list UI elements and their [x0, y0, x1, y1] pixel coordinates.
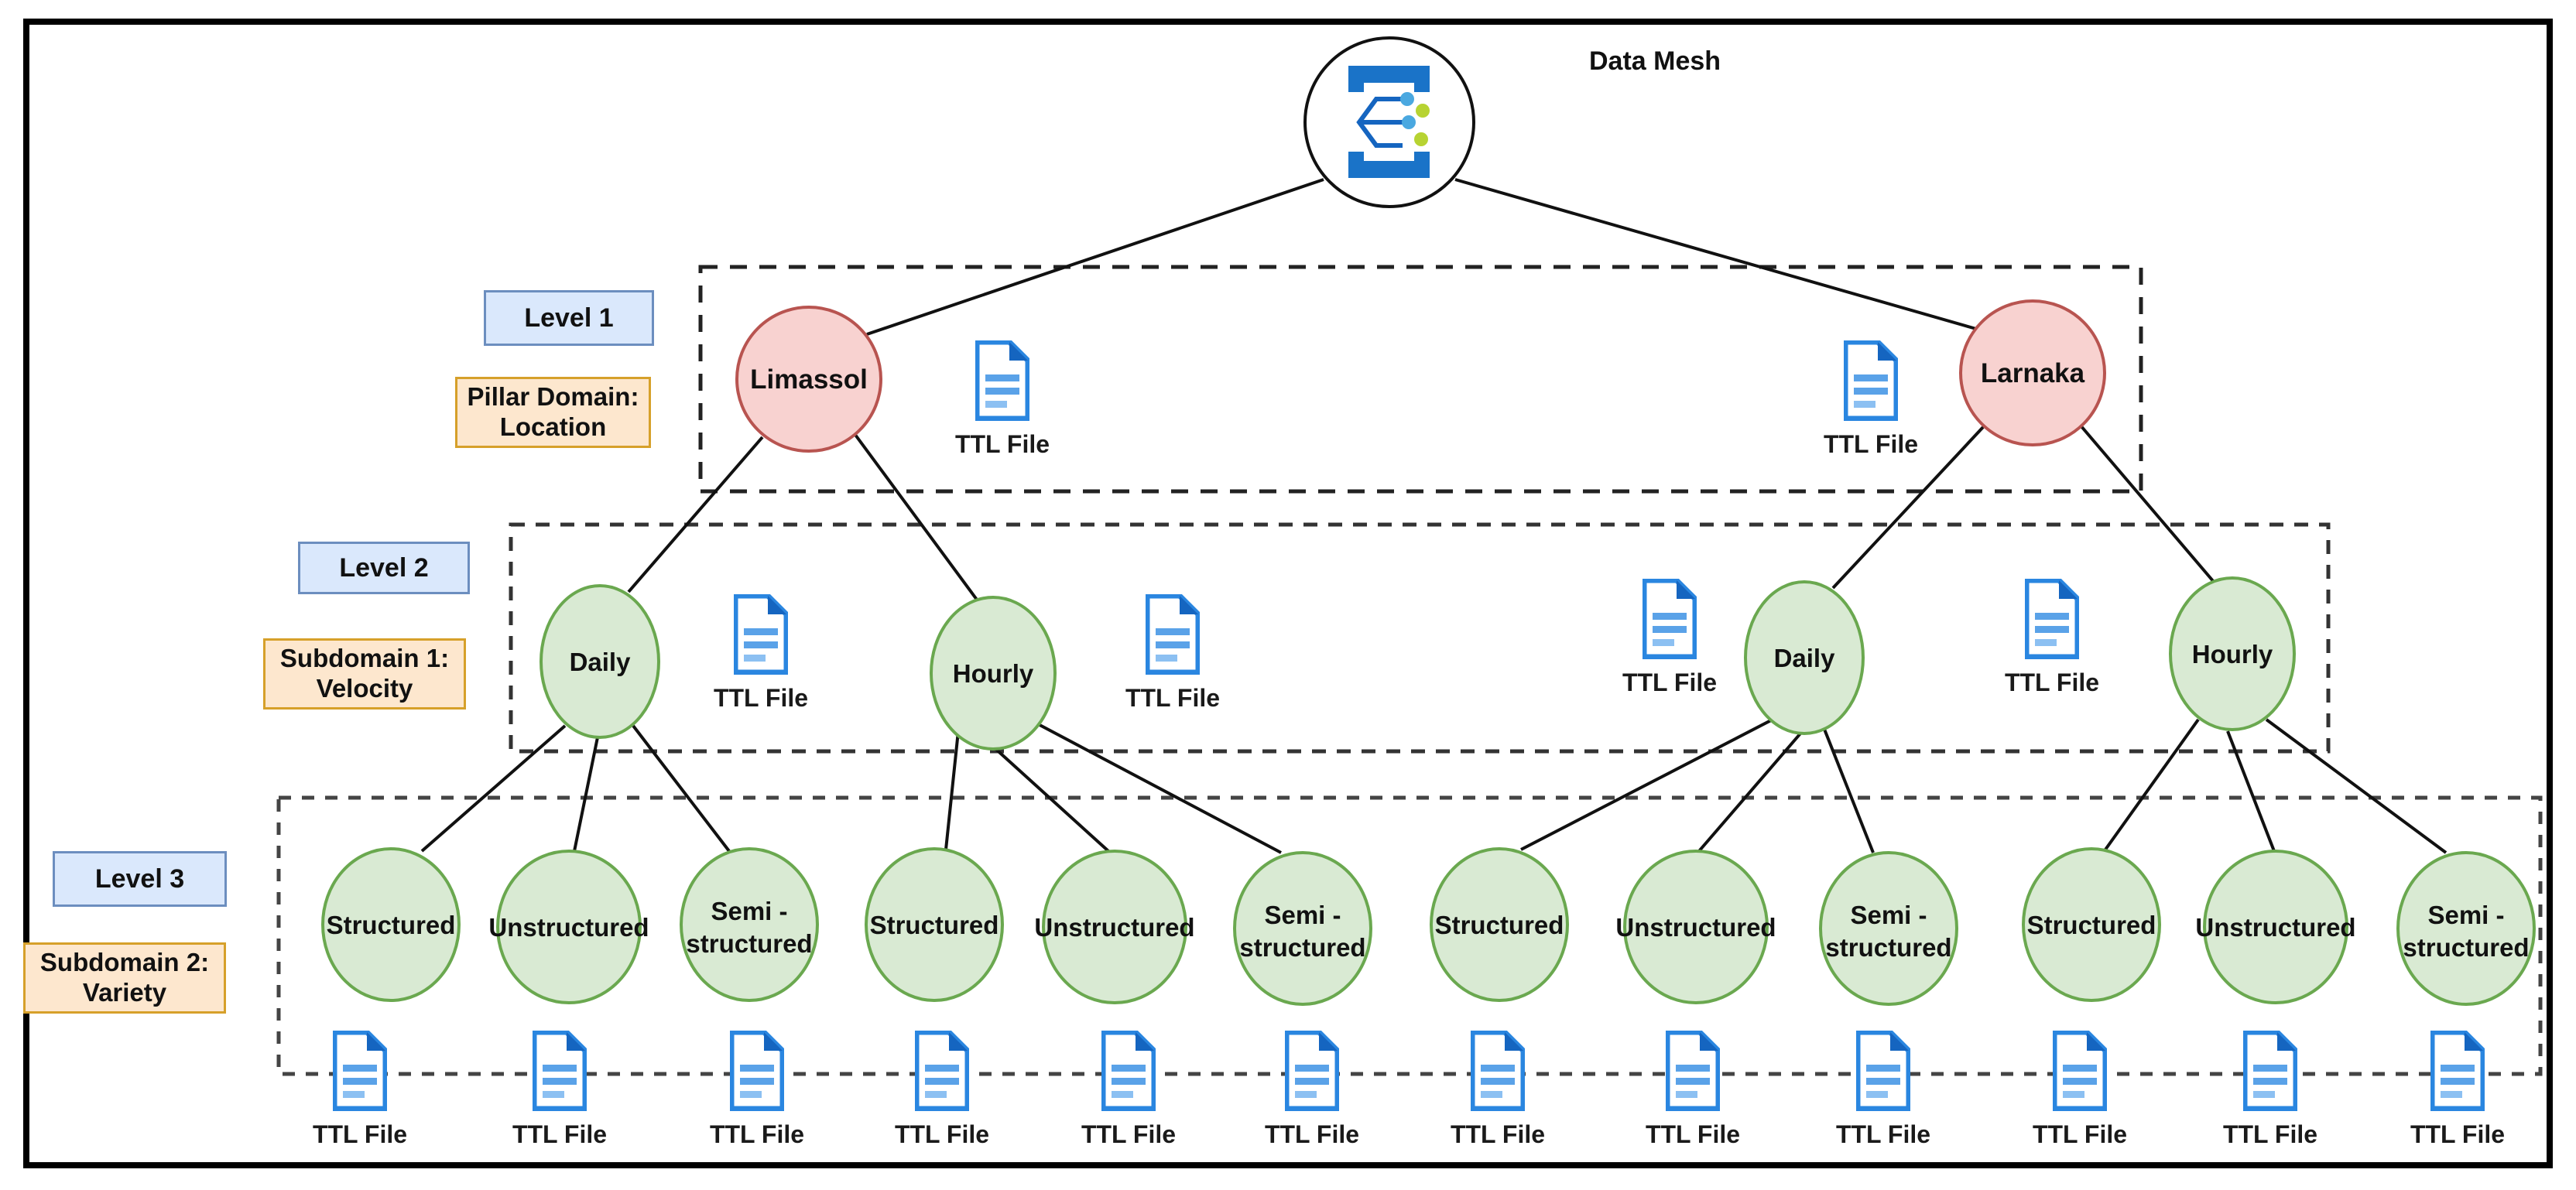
ttl-file-label: TTL File [1125, 684, 1221, 712]
level2-node-3-daily[interactable]: Daily [1744, 580, 1865, 735]
ttl-file-label: TTL File [1081, 1120, 1177, 1148]
node-label: Daily [570, 648, 632, 676]
ttl-hourly-1[interactable] [1144, 593, 1201, 679]
level1-node-limassol[interactable]: Limassol [735, 306, 882, 453]
ttl-l3-10[interactable] [2051, 1029, 2108, 1115]
diagram-canvas: Level 1 Pillar Domain: Location Level 2 S… [0, 0, 2576, 1190]
ttl-file-icon [1283, 1029, 1341, 1115]
ttl-file-icon [974, 339, 1031, 425]
ttl-file-icon [1664, 1029, 1721, 1115]
node-label: Unstructured [2195, 913, 2355, 942]
ttl-file-icon [2429, 1029, 2486, 1115]
level1-node-larnaka[interactable]: Larnaka [1959, 299, 2106, 446]
node-label-line2: structured [686, 929, 812, 958]
node-label-line2: structured [1239, 933, 1365, 962]
node-label: Unstructured [488, 913, 649, 942]
ttl-file-label: TTL File [894, 1120, 990, 1148]
node-label: Structured [1435, 911, 1564, 939]
node-label: Daily [1774, 644, 1836, 672]
node-label: Unstructured [1615, 913, 1776, 942]
level3-node-3[interactable]: Semi - structured [680, 847, 819, 1002]
ttl-file-icon [331, 1029, 389, 1115]
ttl-file-icon [728, 1029, 786, 1115]
ttl-l3-6[interactable] [1283, 1029, 1341, 1115]
node-layer: Limassol Larnaka Daily Hourly Daily Hourly Str… [321, 299, 2536, 1006]
node-label-line1: Semi - [1264, 901, 1341, 929]
level3-node-11[interactable]: Unstructured [2195, 850, 2356, 1004]
level3-node-8[interactable]: Unstructured [1615, 850, 1776, 1004]
ttl-file-label: TTL File [2222, 1120, 2318, 1148]
ttl-file-label: TTL File [709, 1120, 805, 1148]
node-label: Structured [2027, 911, 2156, 939]
ttl-l3-3[interactable] [728, 1029, 786, 1115]
node-label-line2: structured [1825, 933, 1951, 962]
level3-node-4[interactable]: Structured [865, 847, 1004, 1002]
node-label: Hourly [953, 659, 1034, 688]
ttl-daily-2[interactable] [1641, 577, 1698, 663]
ttl-file-label: TTL File [954, 430, 1050, 458]
ttl-l3-4[interactable] [913, 1029, 971, 1115]
ttl-file-label: TTL File [512, 1120, 608, 1148]
ttl-file-icon [2023, 577, 2081, 663]
ttl-file-label: TTL File [1622, 669, 1718, 696]
ttl-l3-9[interactable] [1855, 1029, 1912, 1115]
ttl-l3-8[interactable] [1664, 1029, 1721, 1115]
level3-node-9[interactable]: Semi - structured [1819, 851, 1958, 1006]
ttl-daily-1[interactable] [732, 593, 790, 679]
ttl-file-label: TTL File [1264, 1120, 1360, 1148]
ttl-file-icon [2242, 1029, 2299, 1115]
ttl-l3-11[interactable] [2242, 1029, 2299, 1115]
node-label: Structured [870, 911, 999, 939]
ttl-l3-5[interactable] [1100, 1029, 1157, 1115]
level3-node-5[interactable]: Unstructured [1034, 850, 1195, 1004]
level1-node-label: Limassol [750, 364, 868, 395]
ttl-file-icon [531, 1029, 588, 1115]
ttl-file-icon [913, 1029, 971, 1115]
ttl-l3-1[interactable] [331, 1029, 389, 1115]
ttl-file-label: TTL File [1645, 1120, 1741, 1148]
ttl-file-icon [732, 593, 790, 679]
ttl-file-label: TTL File [1823, 430, 1919, 458]
ttl-file-icon [1100, 1029, 1157, 1115]
ttl-file-icon [1842, 339, 1899, 425]
ttl-file-icon [1855, 1029, 1912, 1115]
ttl-l3-12[interactable] [2429, 1029, 2486, 1115]
ttl-file-label: TTL File [1835, 1120, 1931, 1148]
level2-node-2-hourly[interactable]: Hourly [930, 596, 1057, 751]
ttl-file-label: TTL File [312, 1120, 408, 1148]
level3-node-12[interactable]: Semi - structured [2396, 851, 2536, 1006]
level3-node-2[interactable]: Unstructured [488, 850, 649, 1004]
ttl-file-icon [1144, 593, 1201, 679]
ttl-file-icon [1641, 577, 1698, 663]
level3-node-6[interactable]: Semi - structured [1233, 851, 1372, 1006]
ttl-file-label: TTL File [1450, 1120, 1546, 1148]
level2-node-1-daily[interactable]: Daily [540, 584, 660, 739]
ttl-file-label: TTL File [2410, 1120, 2506, 1148]
ttl-file-label: TTL File [2004, 669, 2100, 696]
ttl-l3-2[interactable] [531, 1029, 588, 1115]
ttl-l3-7[interactable] [1469, 1029, 1526, 1115]
ttl-limassol[interactable] [974, 339, 1031, 425]
node-label-line1: Semi - [711, 897, 787, 925]
ttl-file-icon [1469, 1029, 1526, 1115]
level2-node-4-hourly[interactable]: Hourly [2169, 576, 2296, 731]
level3-node-10[interactable]: Structured [2022, 847, 2161, 1002]
ttl-file-icon [2051, 1029, 2108, 1115]
node-label-line2: structured [2403, 933, 2529, 962]
node-label: Hourly [2192, 640, 2273, 669]
level1-node-label: Larnaka [1981, 358, 2085, 388]
ttl-file-label: TTL File [2032, 1120, 2128, 1148]
ttl-larnaka[interactable] [1842, 339, 1899, 425]
ttl-file-label: TTL File [713, 684, 809, 712]
node-label: Structured [327, 911, 456, 939]
node-label-line1: Semi - [1850, 901, 1927, 929]
level3-node-7[interactable]: Structured [1430, 847, 1569, 1002]
node-label-line1: Semi - [2427, 901, 2504, 929]
level3-node-1[interactable]: Structured [321, 847, 461, 1002]
ttl-hourly-2[interactable] [2023, 577, 2081, 663]
node-label: Unstructured [1034, 913, 1194, 942]
